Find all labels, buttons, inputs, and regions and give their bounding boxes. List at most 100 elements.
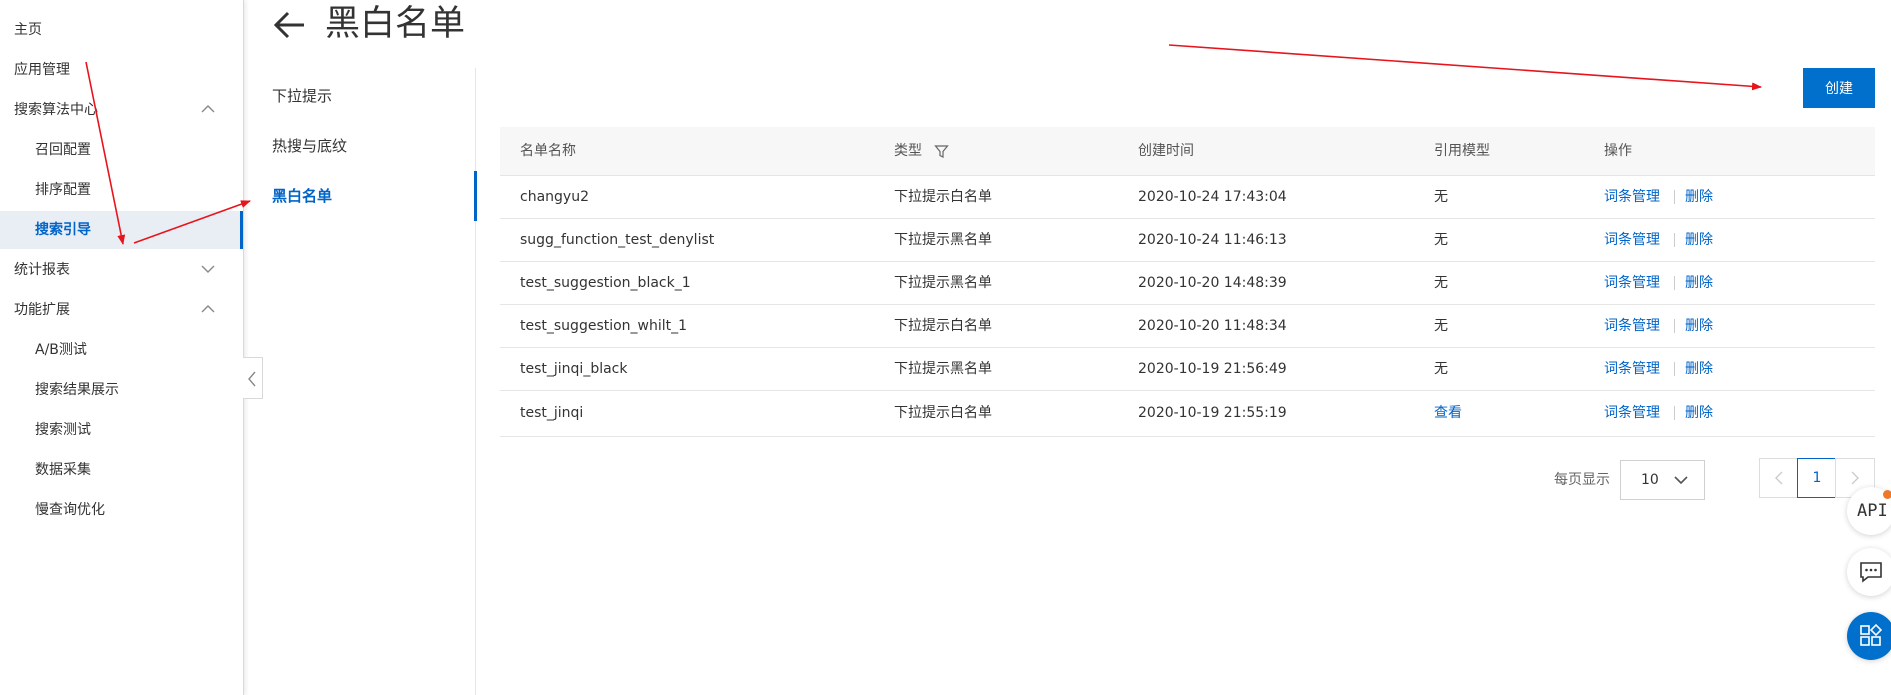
action-divider xyxy=(1674,233,1675,247)
delete-link[interactable]: 删除 xyxy=(1685,391,1713,436)
sidebar-item-ranking-config[interactable]: 排序配置 xyxy=(0,171,243,209)
view-model-link[interactable]: 查看 xyxy=(1434,391,1462,436)
cell-type: 下拉提示黑名单 xyxy=(894,232,992,248)
sidebar-item-label: 搜索引导 xyxy=(35,222,91,238)
sidebar-item-label: 功能扩展 xyxy=(14,302,70,318)
sidebar-item-label: 搜索算法中心 xyxy=(14,102,98,118)
cell-name: test_suggestion_black_1 xyxy=(520,275,691,291)
delete-link[interactable]: 删除 xyxy=(1685,348,1713,390)
cell-model: 无 xyxy=(1434,275,1448,291)
page-size-select[interactable]: 10 xyxy=(1620,460,1705,500)
apps-icon xyxy=(1860,624,1883,646)
manage-terms-link[interactable]: 词条管理 xyxy=(1604,305,1660,347)
table-row: test_suggestion_whilt_1 下拉提示白名单 2020-10-… xyxy=(500,305,1875,348)
delete-link[interactable]: 删除 xyxy=(1685,262,1713,304)
cell-model: 无 xyxy=(1434,189,1448,205)
delete-link[interactable]: 删除 xyxy=(1685,305,1713,347)
manage-terms-link[interactable]: 词条管理 xyxy=(1604,391,1660,436)
sidebar-item-label: 数据采集 xyxy=(35,462,91,478)
action-divider xyxy=(1674,276,1675,290)
manage-terms-link[interactable]: 词条管理 xyxy=(1604,348,1660,390)
chevron-up-icon xyxy=(201,105,215,113)
annotation-arrow xyxy=(1168,44,1762,91)
sidebar-item-extensions[interactable]: 功能扩展 xyxy=(0,291,243,329)
sidebar-collapse-button[interactable] xyxy=(243,357,263,399)
page-number-current[interactable]: 1 xyxy=(1797,458,1837,498)
sidebar-item-search-algorithm-center[interactable]: 搜索算法中心 xyxy=(0,91,243,129)
sidebar-item-app-management[interactable]: 应用管理 xyxy=(0,51,243,89)
delete-link[interactable]: 删除 xyxy=(1685,219,1713,261)
sidebar-item-ab-test[interactable]: A/B测试 xyxy=(0,331,243,369)
page-title: 黑白名单 xyxy=(325,4,466,44)
manage-terms-link[interactable]: 词条管理 xyxy=(1604,176,1660,218)
sidebar-item-label: 统计报表 xyxy=(14,262,70,278)
chat-icon xyxy=(1860,562,1882,583)
sidebar-item-statistics[interactable]: 统计报表 xyxy=(0,251,243,289)
chevron-down-icon xyxy=(201,265,215,273)
cell-created-time: 2020-10-20 14:48:39 xyxy=(1138,275,1287,291)
sidebar-item-recall-config[interactable]: 召回配置 xyxy=(0,131,243,169)
cell-model: 无 xyxy=(1434,361,1448,377)
sidebar-item-data-collection[interactable]: 数据采集 xyxy=(0,451,243,489)
table-row: test_jinqi_black 下拉提示黑名单 2020-10-19 21:5… xyxy=(500,348,1875,391)
chevron-left-icon xyxy=(1775,471,1783,485)
cell-created-time: 2020-10-24 11:46:13 xyxy=(1138,232,1287,248)
prev-page-button[interactable] xyxy=(1759,458,1799,498)
cell-model: 无 xyxy=(1434,318,1448,334)
column-header-type: 类型 xyxy=(894,143,922,159)
column-header-name: 名单名称 xyxy=(520,143,576,159)
chat-button[interactable] xyxy=(1847,548,1891,596)
cell-created-time: 2020-10-19 21:55:19 xyxy=(1138,405,1287,421)
cell-name: test_jinqi_black xyxy=(520,361,628,377)
column-header-referenced-model: 引用模型 xyxy=(1434,143,1490,159)
cell-type: 下拉提示白名单 xyxy=(894,405,992,421)
cell-name: test_suggestion_whilt_1 xyxy=(520,318,688,334)
sidebar-item-label: 应用管理 xyxy=(14,62,70,78)
subnav-item-blacklist-whitelist[interactable]: 黑白名单 xyxy=(263,171,477,221)
manage-terms-link[interactable]: 词条管理 xyxy=(1604,219,1660,261)
create-button[interactable]: 创建 xyxy=(1803,68,1875,108)
action-divider xyxy=(1674,406,1675,420)
chevron-right-icon xyxy=(1851,471,1859,485)
sidebar-item-label: 主页 xyxy=(14,22,42,38)
sidebar-item-label: A/B测试 xyxy=(35,342,87,358)
back-arrow-icon[interactable] xyxy=(273,8,307,42)
sidebar-item-label: 搜索测试 xyxy=(35,422,91,438)
page-size-value: 10 xyxy=(1641,472,1659,488)
chevron-up-icon xyxy=(201,305,215,313)
filter-icon[interactable] xyxy=(934,144,949,159)
sidebar-item-label: 搜索结果展示 xyxy=(35,382,119,398)
sidebar-item-search-test[interactable]: 搜索测试 xyxy=(0,411,243,449)
sidebar-item-home[interactable]: 主页 xyxy=(0,11,243,49)
table-row: sugg_function_test_denylist 下拉提示黑名单 2020… xyxy=(500,219,1875,262)
sidebar-item-label: 召回配置 xyxy=(35,142,91,158)
cell-type: 下拉提示黑名单 xyxy=(894,361,992,377)
sidebar-item-result-display[interactable]: 搜索结果展示 xyxy=(0,371,243,409)
notification-dot xyxy=(1883,490,1891,499)
sidebar-item-label: 排序配置 xyxy=(35,182,91,198)
cell-type: 下拉提示白名单 xyxy=(894,318,992,334)
apps-button[interactable] xyxy=(1847,612,1891,660)
delete-link[interactable]: 删除 xyxy=(1685,176,1713,218)
chevron-down-icon xyxy=(1674,476,1688,485)
action-divider xyxy=(1674,362,1675,376)
action-divider xyxy=(1674,319,1675,333)
table-header: 名单名称 类型 创建时间 引用模型 操作 xyxy=(500,127,1875,176)
subnav-item-hot-search[interactable]: 热搜与底纹 xyxy=(263,121,475,171)
subnav-item-dropdown-suggestion[interactable]: 下拉提示 xyxy=(263,71,475,121)
sidebar: 主页 应用管理 搜索算法中心 召回配置 排序配置 搜索引导 统计报表 功能扩展 … xyxy=(0,0,244,695)
api-label: API xyxy=(1857,501,1888,521)
cell-type: 下拉提示白名单 xyxy=(894,189,992,205)
sidebar-item-slow-query[interactable]: 慢查询优化 xyxy=(0,491,243,529)
list-table: 名单名称 类型 创建时间 引用模型 操作 changyu2 下拉提示白名单 20… xyxy=(500,127,1875,437)
chevron-left-icon xyxy=(248,371,256,387)
action-divider xyxy=(1674,190,1675,204)
table-row: test_jinqi 下拉提示白名单 2020-10-19 21:55:19 查… xyxy=(500,391,1875,437)
manage-terms-link[interactable]: 词条管理 xyxy=(1604,262,1660,304)
sidebar-item-label: 慢查询优化 xyxy=(35,502,105,518)
cell-created-time: 2020-10-19 21:56:49 xyxy=(1138,361,1287,377)
cell-name: changyu2 xyxy=(520,189,589,205)
sidebar-item-search-guide[interactable]: 搜索引导 xyxy=(0,211,243,249)
cell-created-time: 2020-10-20 11:48:34 xyxy=(1138,318,1287,334)
table-row: changyu2 下拉提示白名单 2020-10-24 17:43:04 无 词… xyxy=(500,176,1875,219)
